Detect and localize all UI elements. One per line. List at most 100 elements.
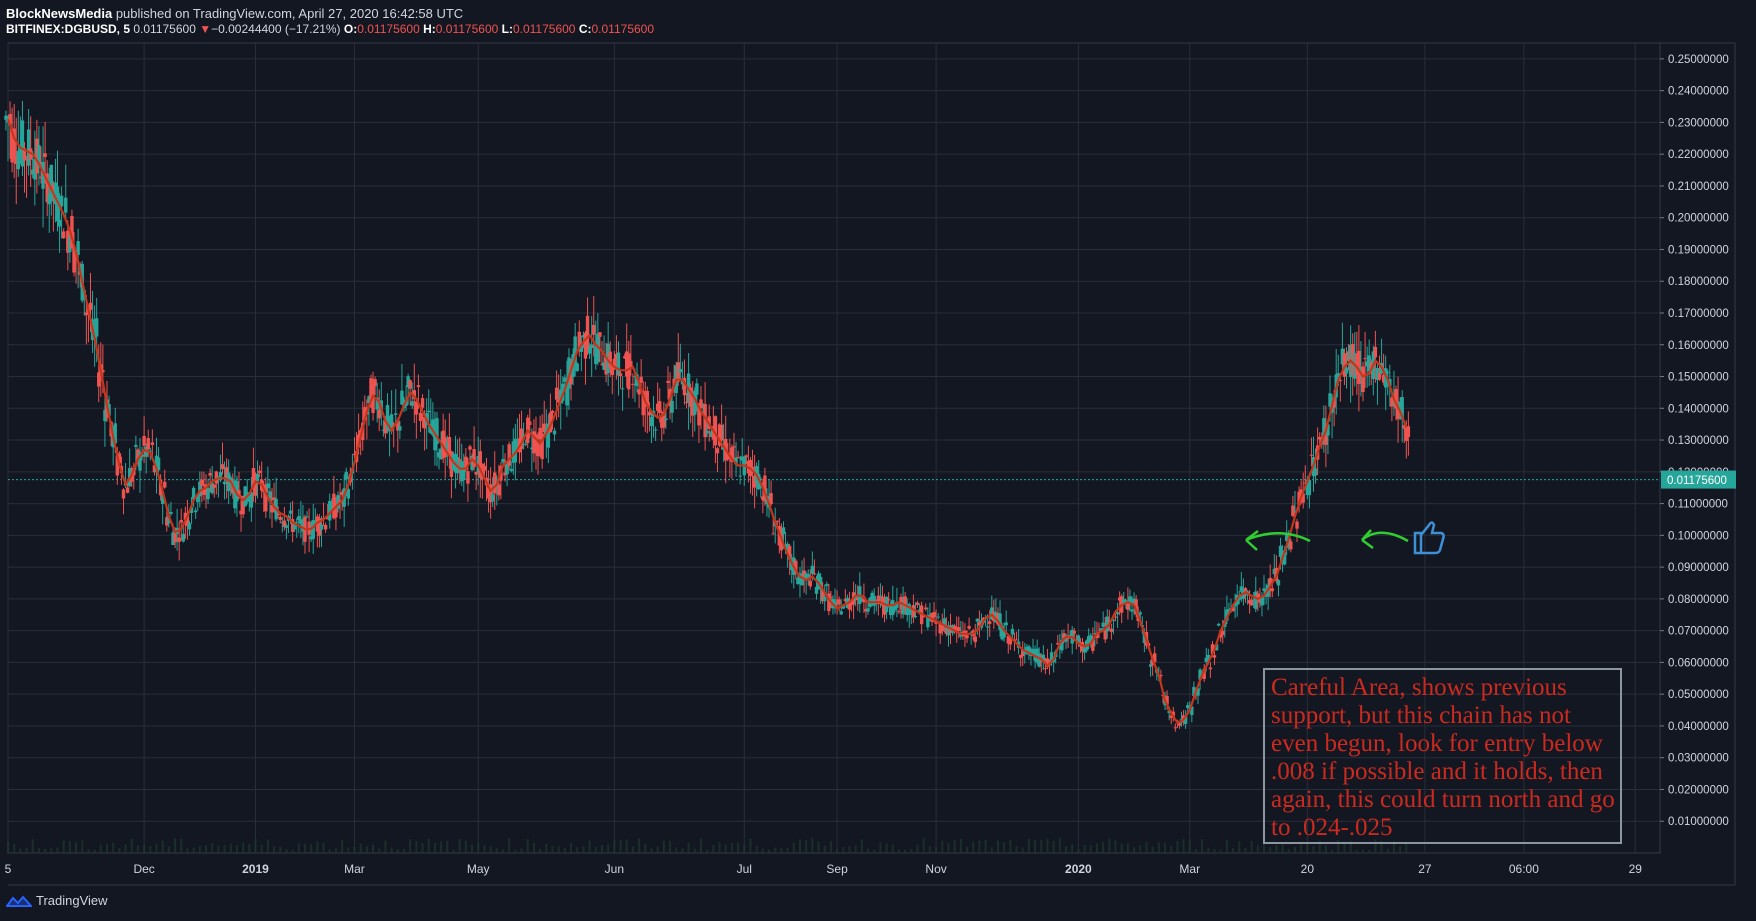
volume-bar <box>248 844 251 853</box>
volume-bar <box>557 846 560 853</box>
candle-up <box>222 481 227 485</box>
volume-bar <box>761 848 764 853</box>
volume-bar <box>421 843 424 853</box>
volume-bar <box>174 838 177 853</box>
candle-down <box>507 444 511 466</box>
volume-bar <box>1250 841 1253 853</box>
volume-bar <box>359 843 362 853</box>
volume-bar <box>1108 838 1111 853</box>
volume-bar <box>910 849 913 853</box>
y-tick-label: 0.22000000 <box>1668 149 1729 161</box>
volume-bar <box>897 849 900 853</box>
volume-bar <box>1188 839 1191 853</box>
left-arrow-icon <box>1245 530 1311 551</box>
volume-bar <box>768 849 771 853</box>
candle-up <box>344 471 348 480</box>
candle-up <box>985 626 990 628</box>
volume-bar <box>631 846 634 853</box>
candle-up <box>210 482 214 494</box>
moving-average <box>6 118 1408 725</box>
volume-bar <box>303 843 306 853</box>
y-tick-label: 0.24000000 <box>1668 86 1729 98</box>
volume-bar <box>916 845 919 853</box>
candle-up <box>781 527 786 535</box>
volume-bar <box>1219 849 1222 853</box>
y-tick-label: 0.18000000 <box>1668 276 1729 288</box>
candle-down <box>732 446 736 448</box>
candle-up <box>1307 480 1312 496</box>
tradingview-brand[interactable]: TradingView <box>6 893 108 908</box>
annotation-text-box[interactable]: Careful Area, shows previous support, bu… <box>1263 668 1622 844</box>
candle-down <box>666 380 670 383</box>
candle-up <box>206 487 210 500</box>
candle-up <box>1344 367 1349 374</box>
candle-up <box>187 523 192 530</box>
volume-bar <box>105 844 108 853</box>
volume-bar <box>551 846 554 853</box>
volume-bar <box>266 839 269 853</box>
candle-up <box>653 429 658 431</box>
volume-bar <box>607 844 610 853</box>
volume-bar <box>1034 839 1037 853</box>
volume-bar <box>675 847 678 853</box>
candle-up <box>1115 612 1120 615</box>
volume-bar <box>798 839 801 853</box>
candle-up <box>825 584 829 586</box>
volume-bar <box>1194 849 1197 853</box>
time-axis[interactable]: 5 Dec 2019 Mar May Jun Jul Sep Nov 2020 Mar 20 27 06:… <box>5 862 1643 876</box>
volume-bar <box>223 844 226 853</box>
volume-bar <box>1089 845 1092 853</box>
volume-bar <box>254 839 257 853</box>
candle-up <box>1101 622 1105 627</box>
candle-down <box>585 315 590 350</box>
y-tick-label: 0.19000000 <box>1668 244 1729 256</box>
volume-bar <box>1281 842 1284 853</box>
volume-bar <box>440 841 443 853</box>
y-tick-label: 0.09000000 <box>1668 562 1729 574</box>
volume-bar <box>1114 840 1117 853</box>
volume-bar <box>161 840 164 853</box>
volume-bar <box>687 842 690 853</box>
volume-bar <box>62 840 65 853</box>
candle-down <box>373 379 377 387</box>
candle-down <box>592 324 596 335</box>
volume-bar <box>1182 839 1185 853</box>
candle-up <box>193 510 198 513</box>
x-tick-label: May <box>467 862 490 876</box>
x-tick-label: Nov <box>925 862 946 876</box>
candle-down <box>200 479 204 486</box>
candle-down <box>1295 521 1299 529</box>
candle-down <box>1014 639 1019 641</box>
candle-up <box>839 611 843 615</box>
volume-bar <box>37 848 40 853</box>
candle-up <box>523 443 528 445</box>
candle-up <box>587 347 592 354</box>
candle-up <box>398 426 402 431</box>
tradingview-logo-icon <box>6 894 32 907</box>
volume-bar <box>1213 849 1216 853</box>
volume-bar <box>532 842 535 853</box>
candle-down <box>528 421 532 426</box>
volume-bar <box>743 845 746 853</box>
volume-bar <box>68 841 71 853</box>
volume-bar <box>1275 845 1278 853</box>
volume-bar <box>347 847 350 853</box>
volume-bar <box>1077 848 1080 853</box>
volume-bar <box>959 838 962 853</box>
candle-down <box>775 520 779 522</box>
volume-bar <box>600 845 603 853</box>
candle-down <box>812 573 817 575</box>
candle-down <box>1317 436 1322 440</box>
x-tick-label: 2019 <box>242 862 269 876</box>
volume-bar <box>273 846 276 853</box>
price-axis[interactable]: 0.01000000 0.02000000 0.03000000 0.04000000… <box>1660 54 1736 828</box>
candle-up <box>575 363 579 371</box>
volume-bar <box>495 848 498 853</box>
brand-name: TradingView <box>36 893 108 908</box>
volume-bar <box>483 845 486 853</box>
volume-bar <box>867 848 870 853</box>
candle-down <box>1256 593 1260 598</box>
volume-bar <box>155 843 158 853</box>
candle-up <box>1276 580 1281 586</box>
candle-down <box>554 387 559 400</box>
